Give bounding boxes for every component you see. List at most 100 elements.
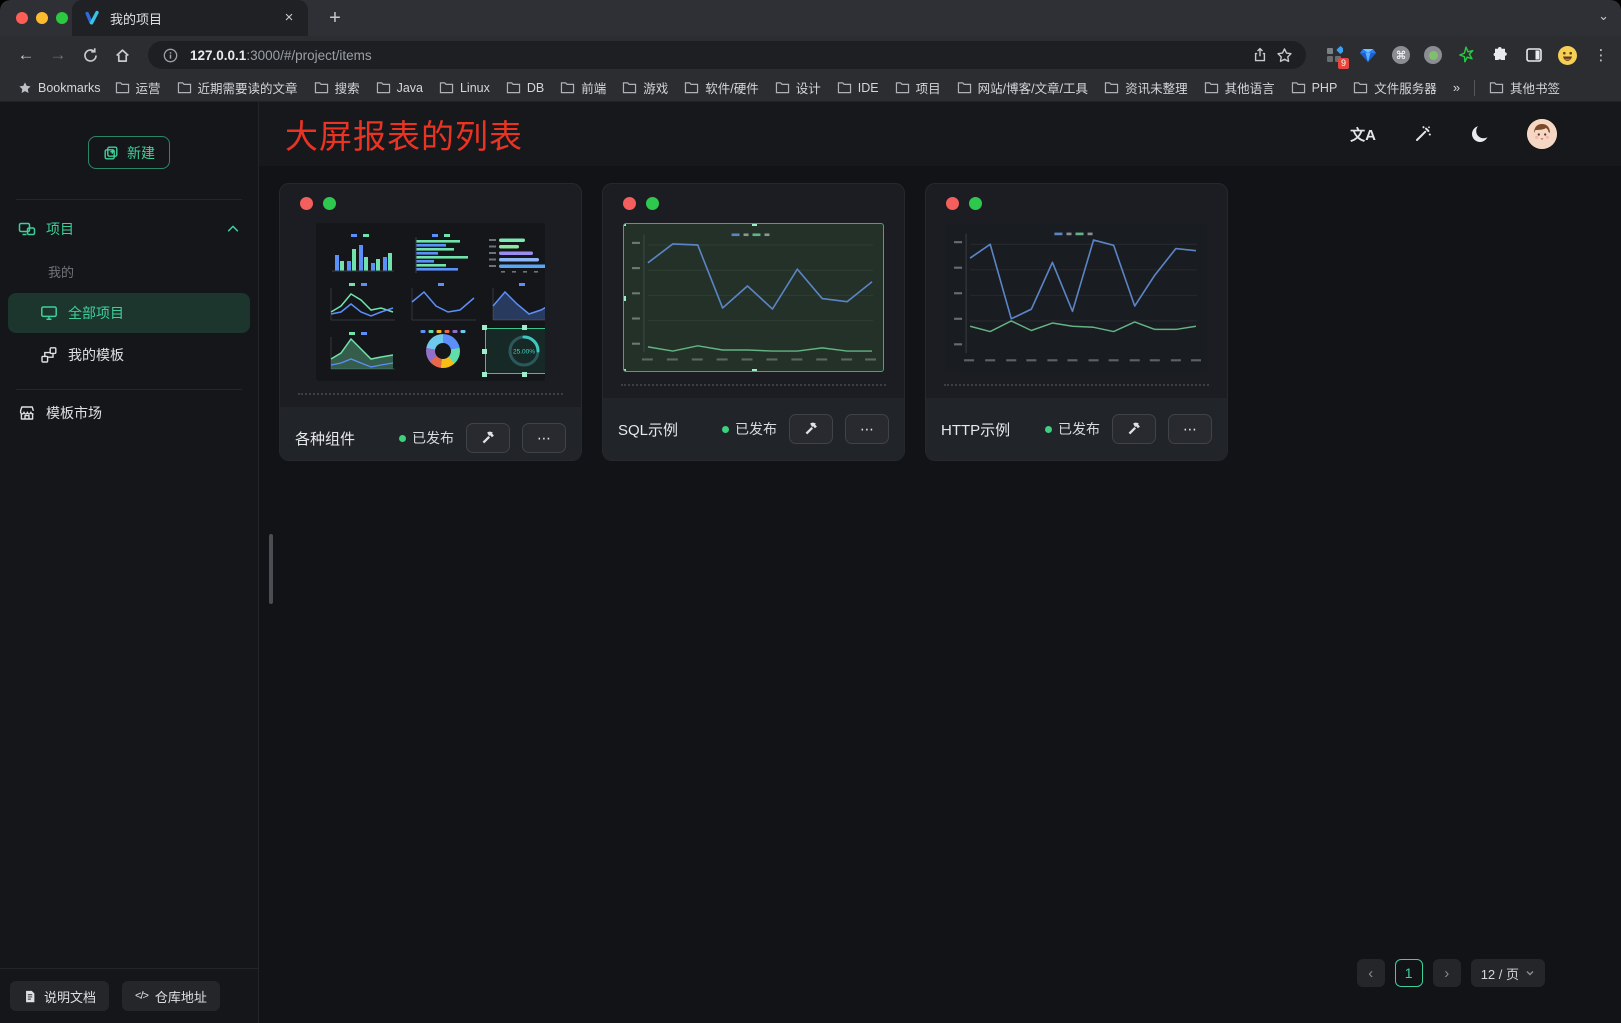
user-avatar[interactable] — [1527, 119, 1557, 149]
address-bar[interactable]: 127.0.0.1:3000/#/project/items — [148, 41, 1306, 69]
bookmark-label: Linux — [460, 81, 490, 95]
prev-page-button[interactable]: ‹ — [1357, 959, 1385, 987]
extension-command-icon[interactable]: ⌘ — [1392, 46, 1410, 64]
green-series — [648, 346, 872, 351]
project-name: HTTP示例 — [941, 419, 1033, 440]
edit-project-button[interactable] — [1112, 414, 1156, 444]
project-thumbnail[interactable] — [623, 223, 884, 372]
sidepanel-icon[interactable] — [1524, 45, 1544, 65]
browser-menu-icon[interactable]: ⋮ — [1591, 46, 1611, 64]
dark-mode-moon-icon[interactable] — [1470, 124, 1490, 144]
bookmark-folder[interactable]: 其他语言 — [1196, 77, 1283, 99]
extensions-row: 9 ⌘ — [1316, 45, 1585, 65]
magic-wand-icon[interactable] — [1413, 124, 1433, 144]
sidebar-item-label: 模板市场 — [46, 403, 102, 423]
zoom-window-button[interactable] — [56, 12, 68, 24]
edit-project-button[interactable] — [789, 414, 833, 444]
chevron-up-icon[interactable] — [226, 222, 240, 236]
bookmark-folder[interactable]: 运营 — [107, 77, 169, 99]
bookmark-folder[interactable]: 搜索 — [306, 77, 368, 99]
sidebar-section-projects[interactable]: 项目 — [0, 206, 258, 252]
bookmarks-overflow-icon[interactable]: » — [1445, 80, 1468, 95]
bookmark-folder[interactable]: 项目 — [887, 77, 949, 99]
emoji-extension-icon[interactable] — [1558, 46, 1577, 65]
sidebar-item-all-projects[interactable]: 全部项目 — [8, 293, 250, 333]
extension-gem-icon[interactable] — [1358, 45, 1378, 65]
tab-close-icon[interactable]: × — [280, 9, 298, 27]
scrollbar-thumb[interactable] — [269, 534, 273, 604]
bookmark-folder[interactable]: 设计 — [767, 77, 829, 99]
bookmark-folder[interactable]: DB — [498, 77, 552, 99]
home-button[interactable] — [108, 41, 136, 69]
sidebar-item-template-market[interactable]: 模板市场 — [0, 390, 258, 436]
green-dot — [323, 197, 336, 210]
green-dot — [969, 197, 982, 210]
projects-icon — [18, 220, 36, 238]
bookmark-folder[interactable]: 资讯未整理 — [1096, 77, 1196, 99]
code-icon: </> — [135, 990, 148, 1002]
more-actions-button[interactable]: ⋯ — [1168, 414, 1212, 444]
bookmark-folder[interactable]: 近期需要读的文章 — [169, 77, 306, 99]
bookmark-folder[interactable]: 文件服务器 — [1345, 77, 1445, 99]
publish-status: 已发布 — [399, 428, 454, 448]
close-window-button[interactable] — [16, 12, 28, 24]
bookmark-folder[interactable]: 网站/博客/文章/工具 — [949, 77, 1096, 99]
extension-grid-icon[interactable]: 9 — [1324, 45, 1344, 65]
bookmark-folder[interactable]: IDE — [829, 77, 887, 99]
browser-tab[interactable]: 我的项目 × — [72, 0, 308, 36]
other-bookmarks-folder[interactable]: 其他书签 — [1481, 77, 1568, 99]
dotted-divider — [298, 393, 563, 395]
sidebar-group-label: 我的 — [0, 252, 258, 291]
sidebar-item-label: 我的模板 — [68, 345, 124, 365]
extension-recorder-icon[interactable] — [1424, 46, 1442, 64]
extensions-puzzle-icon[interactable] — [1490, 45, 1510, 65]
bookmark-folder[interactable]: Linux — [431, 77, 498, 99]
bookmark-folder[interactable]: 前端 — [552, 77, 614, 99]
page-size-select[interactable]: 12 / 页 — [1471, 959, 1545, 987]
minimize-window-button[interactable] — [36, 12, 48, 24]
more-actions-button[interactable]: ⋯ — [845, 414, 889, 444]
card-preview-area: 25.00% — [280, 184, 581, 407]
status-label: 已发布 — [412, 428, 454, 448]
repo-button[interactable]: </> 仓库地址 — [122, 981, 220, 1011]
share-icon[interactable] — [1248, 43, 1272, 67]
new-project-button[interactable]: 新建 — [88, 136, 170, 169]
url-host: 127.0.0.1 — [190, 48, 246, 63]
dotted-divider — [944, 384, 1209, 386]
new-tab-button[interactable]: + — [322, 7, 348, 30]
extension-star-icon[interactable] — [1456, 45, 1476, 65]
project-card[interactable]: HTTP示例 已发布 ⋯ — [925, 183, 1228, 461]
bookmark-label: 资讯未整理 — [1125, 78, 1188, 97]
project-name: 各种组件 — [295, 428, 387, 449]
bookmark-folder[interactable]: 软件/硬件 — [676, 77, 766, 99]
donut — [426, 334, 460, 368]
docs-button[interactable]: 说明文档 — [10, 981, 109, 1011]
edit-project-button[interactable] — [466, 423, 510, 453]
project-thumbnail[interactable]: 25.00% — [316, 223, 545, 381]
page-header: 大屏报表的列表 文A — [259, 102, 1621, 166]
bookmark-folder[interactable]: 游戏 — [614, 77, 676, 99]
hammer-icon — [480, 430, 496, 446]
forward-button[interactable]: → — [44, 41, 72, 69]
current-page-button[interactable]: 1 — [1395, 959, 1423, 987]
site-info-icon[interactable] — [158, 43, 182, 67]
bookmark-label: 运营 — [136, 78, 161, 97]
url-path: :3000/#/project/items — [246, 48, 371, 63]
project-thumbnail[interactable] — [946, 223, 1207, 372]
next-page-button[interactable]: › — [1433, 959, 1461, 987]
language-icon[interactable]: 文A — [1350, 124, 1376, 145]
sidebar-item-my-templates[interactable]: 我的模板 — [8, 335, 250, 375]
bookmark-folder[interactable]: Java — [368, 77, 431, 99]
reload-button[interactable] — [76, 41, 104, 69]
bookmark-label: 项目 — [916, 78, 941, 97]
more-actions-button[interactable]: ⋯ — [522, 423, 566, 453]
back-button[interactable]: ← — [12, 41, 40, 69]
red-dot — [623, 197, 636, 210]
tab-search-icon[interactable]: ⌄ — [1598, 8, 1609, 24]
bookmark-item[interactable]: Bookmarks — [10, 77, 107, 99]
document-icon — [23, 989, 37, 1004]
bookmark-star-icon[interactable] — [1272, 43, 1296, 67]
bookmark-folder[interactable]: PHP — [1283, 77, 1346, 99]
project-card[interactable]: SQL示例 已发布 ⋯ — [602, 183, 905, 461]
project-card[interactable]: 25.00% 各种组件 已发布 ⋯ — [279, 183, 582, 461]
